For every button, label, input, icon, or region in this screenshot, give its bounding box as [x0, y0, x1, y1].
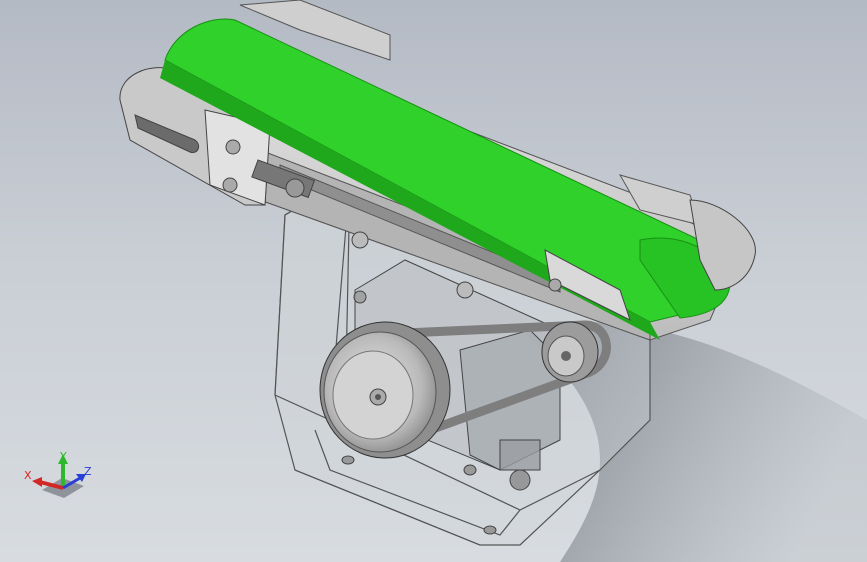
x-axis-label: X: [24, 469, 32, 482]
y-axis-label: Y: [60, 450, 67, 463]
motor-pulley: [319, 321, 451, 459]
drive-pulley: [541, 321, 599, 383]
3d-model-viewport[interactable]: X Y Z: [0, 0, 867, 562]
conveyor-model-render: [119, 0, 867, 562]
axis-triad: X Y Z: [20, 448, 100, 508]
z-axis-label: Z: [84, 465, 92, 478]
